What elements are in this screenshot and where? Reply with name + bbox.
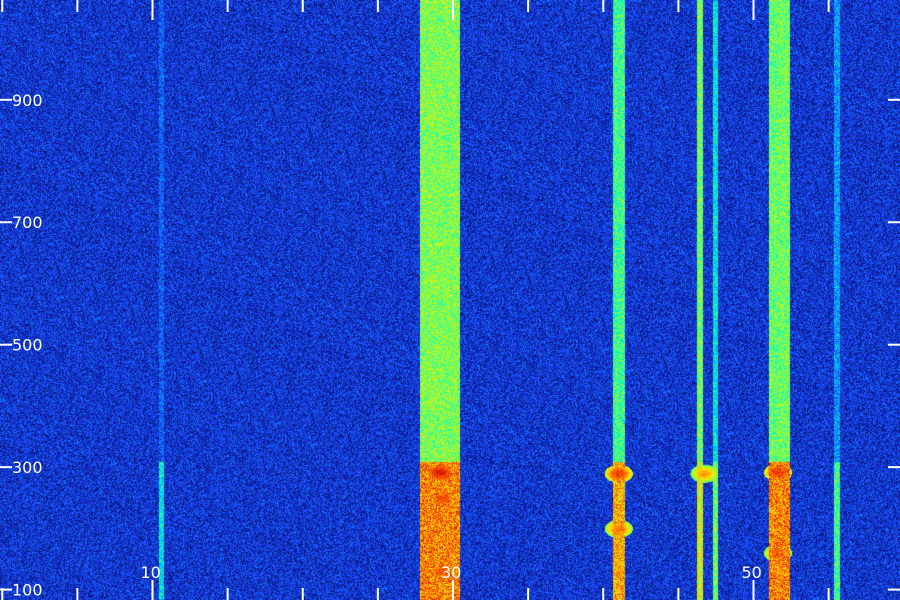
y-tick-label: 700 — [12, 213, 43, 232]
x-tick-label: 50 — [742, 563, 762, 582]
y-tick-label: 900 — [12, 91, 43, 110]
chart-axes: 100 300 500 700 900 10 30 50 — [0, 0, 900, 600]
x-tick-label: 10 — [141, 563, 161, 582]
y-tick-label: 500 — [12, 336, 43, 355]
y-tick-label: 300 — [12, 458, 43, 477]
x-tick-label: 30 — [441, 563, 461, 582]
y-tick-label: 100 — [12, 581, 43, 600]
spectrogram-chart: 100 300 500 700 900 10 30 50 — [0, 0, 900, 600]
